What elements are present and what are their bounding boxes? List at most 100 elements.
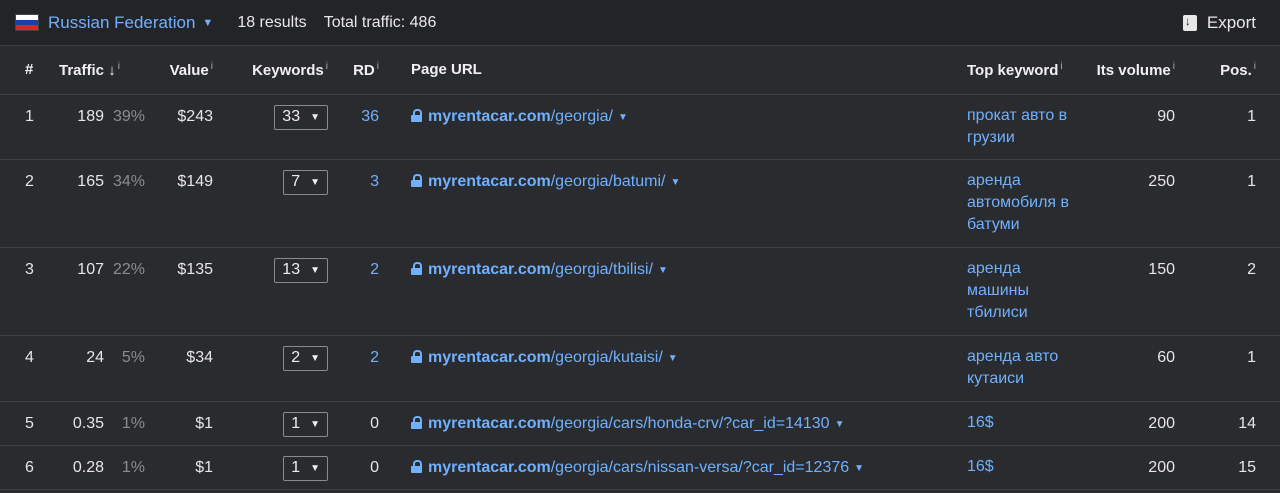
rd-cell: 0 [334, 401, 386, 446]
top-keyword-cell: аренда машины тбилиси [955, 247, 1082, 336]
rd-value: 0 [370, 414, 379, 432]
page-url-link[interactable]: myrentacar.com/georgia/kutaisi/ [428, 349, 663, 366]
keywords-cell: 1 ▼ [220, 401, 334, 446]
caret-down-icon[interactable]: ▼ [670, 177, 680, 188]
rd-link[interactable]: 36 [361, 108, 379, 125]
keywords-dropdown[interactable]: 1 ▼ [283, 411, 328, 437]
keywords-dropdown[interactable]: 2 ▼ [283, 345, 328, 371]
caret-down-icon: ▼ [310, 111, 320, 123]
page-url-link[interactable]: myrentacar.com/georgia/cars/nissan-versa… [428, 459, 849, 476]
results-count: 18 results [237, 13, 307, 31]
url-domain: myrentacar.com [428, 458, 551, 476]
value-cell: $1 [150, 401, 220, 446]
rd-link[interactable]: 2 [370, 349, 379, 366]
top-pages-table: # Traffic ↓ i Value i Keywords i RD i Page U… [0, 46, 1280, 490]
keywords-cell: 7 ▼ [220, 159, 334, 248]
traffic-value: 107 [77, 260, 104, 278]
traffic-percent: 34% [112, 172, 145, 190]
caret-down-icon[interactable]: ▼ [668, 353, 678, 364]
top-keyword-cell: прокат авто в грузии [955, 94, 1082, 160]
table-row: 4 24 5% $34 2 ▼ 2 myrentacar.com/georgia/k… [0, 335, 1280, 402]
col-value[interactable]: Value i [150, 46, 220, 95]
info-icon: i [325, 60, 328, 72]
top-keyword-line: автомобиля в [967, 193, 1070, 211]
caret-down-icon[interactable]: ▼ [835, 419, 845, 430]
info-icon: i [1253, 60, 1256, 72]
page-url-cell: myrentacar.com/georgia/cars/nissan-versa… [386, 445, 955, 490]
col-keywords[interactable]: Keywords i [220, 46, 334, 95]
export-button[interactable]: Export [1182, 0, 1256, 46]
keywords-dropdown[interactable]: 1 ▼ [283, 455, 328, 481]
info-icon: i [210, 60, 213, 72]
caret-down-icon: ▼ [310, 176, 320, 188]
keywords-dropdown[interactable]: 7 ▼ [283, 169, 328, 195]
traffic-value: 0.35 [72, 414, 104, 432]
table-row: 2 165 34% $149 7 ▼ 3 myrentacar.com/georgi… [0, 159, 1280, 248]
page-url-link[interactable]: myrentacar.com/georgia/batumi/ [428, 173, 665, 190]
caret-down-icon[interactable]: ▼ [658, 265, 668, 276]
col-traffic[interactable]: Traffic ↓ i [52, 46, 150, 95]
top-keyword-link[interactable]: 16$ [967, 456, 1082, 478]
page-url-link[interactable]: myrentacar.com/georgia/cars/honda-crv/?c… [428, 415, 830, 432]
volume-cell: 60 [1082, 335, 1182, 402]
page-url-link[interactable]: myrentacar.com/georgia/tbilisi/ [428, 261, 653, 278]
value-cell: $135 [150, 247, 220, 336]
url-path: /georgia/kutaisi/ [550, 348, 663, 366]
caret-down-icon[interactable]: ▼ [618, 112, 628, 123]
row-number: 2 [0, 159, 52, 248]
table-row: 1 189 39% $243 33 ▼ 36 myrentacar.com/geor… [0, 94, 1280, 160]
top-keyword-line: кутаиси [967, 369, 1025, 387]
rd-link[interactable]: 2 [370, 261, 379, 278]
col-position[interactable]: Pos. i [1182, 46, 1280, 95]
top-keyword-line: тбилиси [967, 303, 1028, 321]
traffic-cell: 0.35 1% [52, 401, 150, 446]
traffic-cell: 0.28 1% [52, 445, 150, 490]
table-header: # Traffic ↓ i Value i Keywords i RD i Page U… [0, 46, 1280, 95]
url-path: /georgia/cars/honda-crv/?car_id=14130 [550, 414, 830, 432]
top-keyword-link[interactable]: 16$ [967, 412, 1082, 434]
traffic-value: 165 [77, 172, 104, 190]
col-rd[interactable]: RD i [334, 46, 386, 95]
keywords-cell: 33 ▼ [220, 94, 334, 160]
position-cell: 1 [1182, 94, 1280, 160]
top-keyword-cell: 16$ [955, 401, 1082, 446]
rd-cell: 2 [334, 335, 386, 402]
volume-cell: 90 [1082, 94, 1182, 160]
keywords-cell: 1 ▼ [220, 445, 334, 490]
info-icon: i [117, 60, 120, 72]
top-bar: Russian Federation ▼ 18 results Total tr… [0, 0, 1280, 46]
traffic-percent: 39% [112, 107, 145, 125]
traffic-percent: 1% [121, 458, 145, 476]
top-keyword-line: грузии [967, 128, 1015, 146]
lock-icon [411, 173, 422, 187]
top-keyword-line: 16$ [967, 413, 994, 431]
col-its-volume[interactable]: Its volume i [1082, 46, 1182, 95]
row-number: 1 [0, 94, 52, 160]
rd-link[interactable]: 3 [370, 173, 379, 190]
caret-down-icon[interactable]: ▼ [854, 463, 864, 474]
rd-cell: 0 [334, 445, 386, 490]
url-path: /georgia/tbilisi/ [550, 260, 654, 278]
info-icon: i [1060, 60, 1063, 72]
lock-icon [411, 349, 422, 363]
col-page-url[interactable]: Page URL [386, 46, 955, 95]
top-keyword-link[interactable]: аренда автомобиля в батуми [967, 170, 1082, 236]
url-path: /georgia/cars/nissan-versa/?car_id=12376 [550, 458, 850, 476]
top-keyword-link[interactable]: прокат авто в грузии [967, 105, 1082, 149]
keywords-dropdown[interactable]: 13 ▼ [274, 257, 328, 283]
traffic-cell: 107 22% [52, 247, 150, 336]
top-keyword-line: 16$ [967, 457, 994, 475]
page-url-link[interactable]: myrentacar.com/georgia/ [428, 108, 613, 125]
traffic-percent: 5% [121, 348, 145, 366]
lock-icon [411, 459, 422, 473]
top-keyword-link[interactable]: аренда авто кутаиси [967, 346, 1082, 390]
keywords-cell: 13 ▼ [220, 247, 334, 336]
url-domain: myrentacar.com [428, 414, 551, 432]
top-keyword-link[interactable]: аренда машины тбилиси [967, 258, 1082, 324]
col-top-keyword[interactable]: Top keyword i [955, 46, 1082, 95]
country-selector[interactable]: Russian Federation ▼ [48, 13, 213, 33]
export-label: Export [1206, 13, 1256, 32]
keywords-dropdown[interactable]: 33 ▼ [274, 104, 328, 130]
table-row: 3 107 22% $135 13 ▼ 2 myrentacar.com/georg… [0, 247, 1280, 336]
top-keyword-line: аренда авто [967, 347, 1059, 365]
